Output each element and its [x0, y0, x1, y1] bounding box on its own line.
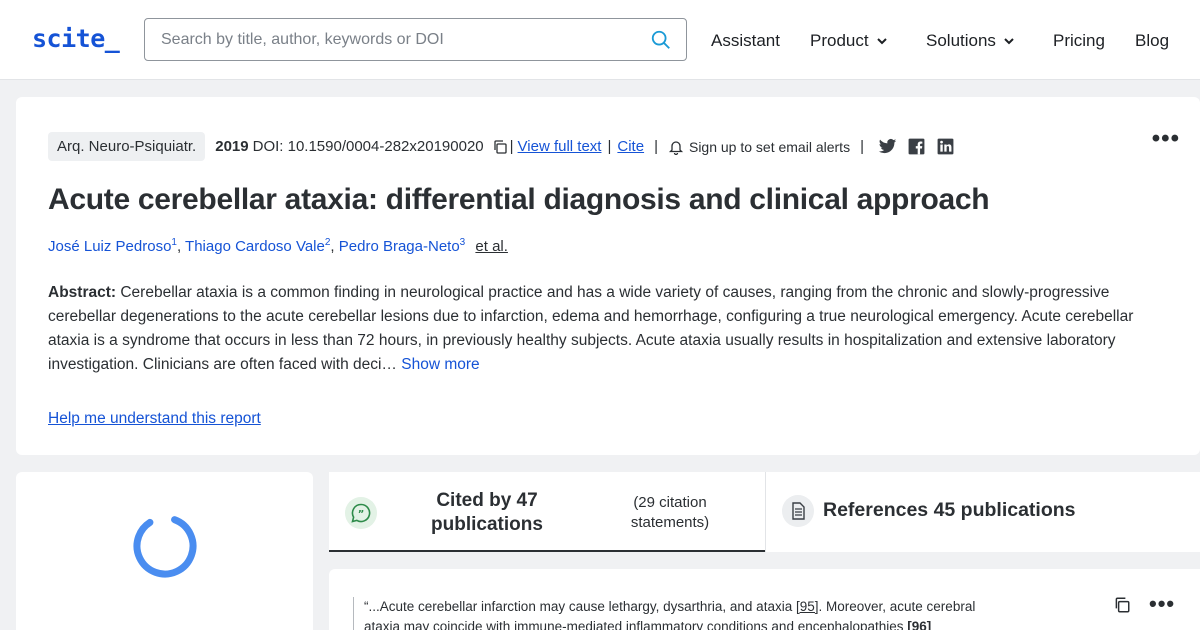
smart-citation-panel [16, 472, 313, 630]
nav-pricing[interactable]: Pricing [1053, 30, 1105, 52]
copy-icon[interactable] [492, 139, 508, 155]
citation-text: “...Acute cerebellar infarction may caus… [364, 599, 796, 614]
nav-product[interactable]: Product [810, 30, 889, 52]
reference-link[interactable]: [95] [796, 599, 819, 614]
show-more-link[interactable]: Show more [401, 356, 479, 373]
chevron-down-icon [1004, 38, 1014, 45]
search-box[interactable] [144, 18, 687, 61]
nav-solutions[interactable]: Solutions [926, 30, 1016, 52]
tab-cited-by[interactable]: ” Cited by 47 publications (29 citation … [329, 472, 765, 552]
search-input[interactable] [161, 29, 631, 51]
svg-text:”: ” [358, 509, 365, 520]
chevron-down-icon [876, 38, 887, 45]
scite-logo[interactable]: scite_ [32, 24, 120, 53]
doi-text: DOI: 10.1590/0004-282x20190020 [252, 138, 484, 155]
twitter-icon[interactable] [878, 137, 897, 156]
author-link[interactable]: Pedro Braga-Neto3 [339, 237, 465, 255]
nav-assistant[interactable]: Assistant [711, 30, 780, 52]
facebook-icon[interactable] [907, 137, 926, 156]
paper-meta-row: Arq. Neuro-Psiquiatr. 2019 DOI: 10.1590/… [48, 132, 955, 161]
citation-more-button[interactable]: ••• [1149, 591, 1175, 617]
author-list: José Luiz Pedroso1, Thiago Cardoso Vale2… [48, 237, 508, 255]
et-al-link[interactable]: et al. [475, 238, 508, 255]
nav-product-label: Product [810, 31, 869, 50]
cited-by-count: Cited by 47 publications [431, 490, 543, 535]
view-full-text-link[interactable]: View full text [518, 138, 602, 155]
nav-pricing-label: Pricing [1053, 31, 1105, 50]
nav-blog-label: Blog [1135, 31, 1170, 50]
linkedin-icon[interactable] [936, 137, 955, 156]
paper-title: Acute cerebellar ataxia: differential di… [48, 183, 990, 216]
abstract-text: Cerebellar ataxia is a common finding in… [48, 284, 1134, 373]
top-header: scite_ Assistant Product Solutions Prici… [0, 0, 1200, 80]
author-link[interactable]: José Luiz Pedroso1 [48, 237, 177, 255]
cite-link[interactable]: Cite [617, 138, 644, 155]
quote-bubble-icon: ” [345, 497, 377, 529]
paper-card: Arq. Neuro-Psiquiatr. 2019 DOI: 10.1590/… [16, 97, 1200, 455]
citation-statement-card: “...Acute cerebellar infarction may caus… [329, 569, 1200, 630]
more-options-button[interactable]: ••• [1152, 125, 1180, 153]
nav-assistant-label: Assistant [711, 31, 780, 50]
document-icon [782, 495, 814, 527]
email-alerts-link[interactable]: Sign up to set email alerts [689, 139, 850, 155]
search-icon[interactable] [650, 29, 672, 51]
citation-statements-count: (29 citation statements) [630, 494, 710, 531]
citation-tabs: ” Cited by 47 publications (29 citation … [329, 472, 1200, 552]
publication-year: 2019 [215, 138, 249, 155]
nav-solutions-label: Solutions [926, 31, 996, 50]
loading-spinner-icon [133, 514, 197, 578]
tab-references[interactable]: References 45 publications [765, 472, 1200, 552]
nav-blog[interactable]: Blog [1135, 30, 1169, 52]
abstract: Abstract: Cerebellar ataxia is a common … [48, 281, 1158, 377]
reference-link[interactable]: [96] [907, 619, 931, 630]
abstract-label: Abstract: [48, 284, 117, 301]
author-separator: , [330, 238, 335, 255]
references-count: References 45 publications [823, 499, 1076, 521]
journal-badge[interactable]: Arq. Neuro-Psiquiatr. [48, 132, 206, 161]
meta-separator: | [509, 138, 514, 155]
meta-separator: | [860, 138, 864, 155]
bell-icon[interactable] [668, 139, 684, 155]
copy-icon[interactable] [1113, 596, 1131, 614]
citation-excerpt: “...Acute cerebellar infarction may caus… [353, 597, 1013, 630]
author-separator: , [176, 238, 182, 255]
meta-separator: | [654, 138, 658, 155]
help-understand-link[interactable]: Help me understand this report [48, 410, 261, 428]
meta-separator: | [607, 138, 612, 155]
author-link[interactable]: Thiago Cardoso Vale2 [185, 237, 330, 255]
social-share [878, 137, 955, 156]
